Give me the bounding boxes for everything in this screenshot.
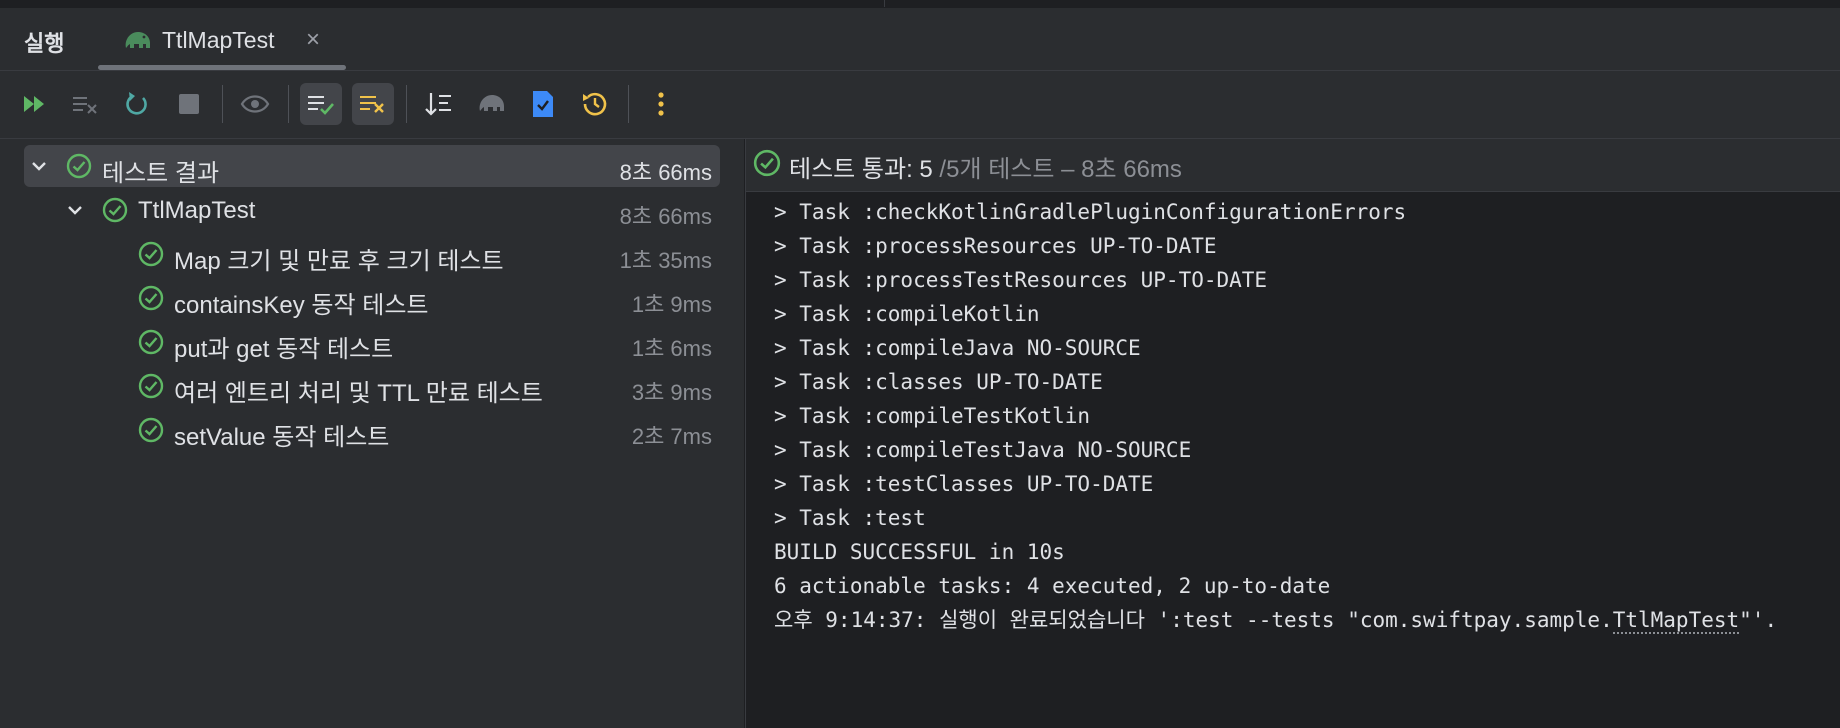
tree-item-duration: 3초 9ms <box>631 380 712 405</box>
clear-list-icon <box>73 97 97 114</box>
export-icon <box>533 91 553 117</box>
rerun-button[interactable] <box>116 83 158 125</box>
passed-check-icon <box>138 329 164 355</box>
passed-check-icon <box>66 153 92 179</box>
tree-item-duration: 1초 9ms <box>631 292 712 317</box>
tree-item-label: 테스트 결과 <box>102 160 220 187</box>
passed-check-icon <box>102 197 128 223</box>
passed-check-icon <box>138 373 164 399</box>
tree-item-duration: 8초 66ms <box>619 160 712 185</box>
run-tool-window-header: 실행 TtlMapTest × <box>0 8 1840 71</box>
console-line: 6 actionable tasks: 4 executed, 2 up-to-… <box>774 574 1331 598</box>
tree-item-duration: 1초 35ms <box>619 248 712 273</box>
tree-test-item[interactable]: put과 get 동작 테스트 1초 6ms <box>24 321 720 363</box>
chevron-down-icon[interactable] <box>64 199 86 221</box>
tree-item-duration: 1초 6ms <box>631 336 712 361</box>
rerun-failed-button[interactable] <box>14 83 56 125</box>
tree-item-duration: 2초 7ms <box>631 424 712 449</box>
test-tree-panel: 테스트 결과 8초 66ms TtlMapTest 8초 66ms Map 크기… <box>0 139 744 728</box>
show-ignored-icon <box>360 96 384 113</box>
tree-item-label: setValue 동작 테스트 <box>174 424 390 451</box>
history-button[interactable] <box>574 83 616 125</box>
rerun-icon <box>126 92 147 115</box>
tree-root-test-results[interactable]: 테스트 결과 8초 66ms <box>24 145 720 187</box>
more-icon <box>658 92 664 116</box>
total-count: /5개 테스트 – 8초 66ms <box>932 156 1182 183</box>
toolbar-separator <box>406 85 407 123</box>
console-text: 오후 9:14:37: 실행이 완료되었습니다 ':test --tests "… <box>774 608 1613 632</box>
passed-check-icon <box>753 149 781 177</box>
stop-icon <box>179 94 199 114</box>
eye-icon <box>240 95 270 113</box>
tree-suite-ttlmaptest[interactable]: TtlMapTest 8초 66ms <box>24 189 720 231</box>
console-line: > Task :classes UP-TO-DATE <box>774 370 1103 394</box>
show-passed-button[interactable] <box>300 83 342 125</box>
tree-item-label: containsKey 동작 테스트 <box>174 292 429 319</box>
toolbar-separator <box>222 85 223 123</box>
tab-ttlmaptest[interactable]: TtlMapTest × <box>98 14 346 70</box>
more-button[interactable] <box>640 83 682 125</box>
stop-button[interactable] <box>168 83 210 125</box>
passed-count: 테스트 통과: 5 <box>789 156 933 183</box>
tree-test-item[interactable]: Map 크기 및 만료 후 크기 테스트 1초 35ms <box>24 233 720 275</box>
rerun-failed-icon <box>24 96 44 112</box>
clear-list-button[interactable] <box>64 83 106 125</box>
gradle-icon <box>479 95 504 111</box>
test-status-header: 테스트 통과: 5 /5개 테스트 – 8초 66ms <box>746 139 1840 192</box>
console-line: BUILD SUCCESSFUL in 10s <box>774 540 1065 564</box>
console-line: > Task :test <box>774 506 926 530</box>
passed-check-icon <box>138 285 164 311</box>
console-line: > Task :compileTestJava NO-SOURCE <box>774 438 1192 462</box>
chevron-down-icon[interactable] <box>28 155 50 177</box>
console-output[interactable]: > Task :checkKotlinGradlePluginConfigura… <box>774 195 1834 637</box>
history-icon <box>583 92 607 116</box>
console-line: > Task :checkKotlinGradlePluginConfigura… <box>774 200 1407 224</box>
tree-item-label: 여러 엔트리 처리 및 TTL 만료 테스트 <box>174 380 543 407</box>
tree-item-label: Map 크기 및 만료 후 크기 테스트 <box>174 248 504 275</box>
test-runner-toolbar <box>0 71 1840 139</box>
show-ignored-button[interactable] <box>352 83 394 125</box>
console-panel: 테스트 통과: 5 /5개 테스트 – 8초 66ms > Task :chec… <box>745 139 1840 728</box>
view-button[interactable] <box>234 83 276 125</box>
passed-check-icon <box>138 417 164 443</box>
show-passed-icon <box>308 96 334 115</box>
tab-title: TtlMapTest <box>162 27 275 53</box>
console-line: > Task :compileKotlin <box>774 302 1040 326</box>
console-line: > Task :testClasses UP-TO-DATE <box>774 472 1154 496</box>
tree-test-item[interactable]: 여러 엔트리 처리 및 TTL 만료 테스트 3초 9ms <box>24 365 720 407</box>
tree-item-duration: 8초 66ms <box>619 204 712 229</box>
editor-peek <box>884 0 1840 7</box>
tree-item-label: TtlMapTest <box>138 197 256 224</box>
sort-icon <box>425 93 451 116</box>
console-line: > Task :compileJava NO-SOURCE <box>774 336 1141 360</box>
run-tool-window-title: 실행 <box>24 31 65 56</box>
console-line-finished: 오후 9:14:37: 실행이 완료되었습니다 ':test --tests "… <box>774 603 1834 637</box>
toolbar-separator <box>288 85 289 123</box>
toolbar-separator <box>628 85 629 123</box>
gradle-elephant-icon <box>125 32 150 48</box>
tree-test-item[interactable]: containsKey 동작 테스트 1초 9ms <box>24 277 720 319</box>
sort-button[interactable] <box>418 83 460 125</box>
tab-selected-indicator <box>98 65 346 70</box>
console-line: > Task :processResources UP-TO-DATE <box>774 234 1217 258</box>
tree-item-label: put과 get 동작 테스트 <box>174 336 394 363</box>
tree-test-item[interactable]: setValue 동작 테스트 2초 7ms <box>24 409 720 451</box>
console-line: > Task :processTestResources UP-TO-DATE <box>774 268 1268 292</box>
console-text: "'. <box>1739 608 1778 632</box>
console-line: > Task :compileTestKotlin <box>774 404 1091 428</box>
close-icon[interactable]: × <box>306 26 320 54</box>
test-status-text: 테스트 통과: 5 /5개 테스트 – 8초 66ms <box>789 149 1182 184</box>
gradle-button[interactable] <box>470 83 512 125</box>
export-button[interactable] <box>522 83 564 125</box>
console-class-link[interactable]: TtlMapTest <box>1612 608 1740 634</box>
passed-check-icon <box>138 241 164 267</box>
